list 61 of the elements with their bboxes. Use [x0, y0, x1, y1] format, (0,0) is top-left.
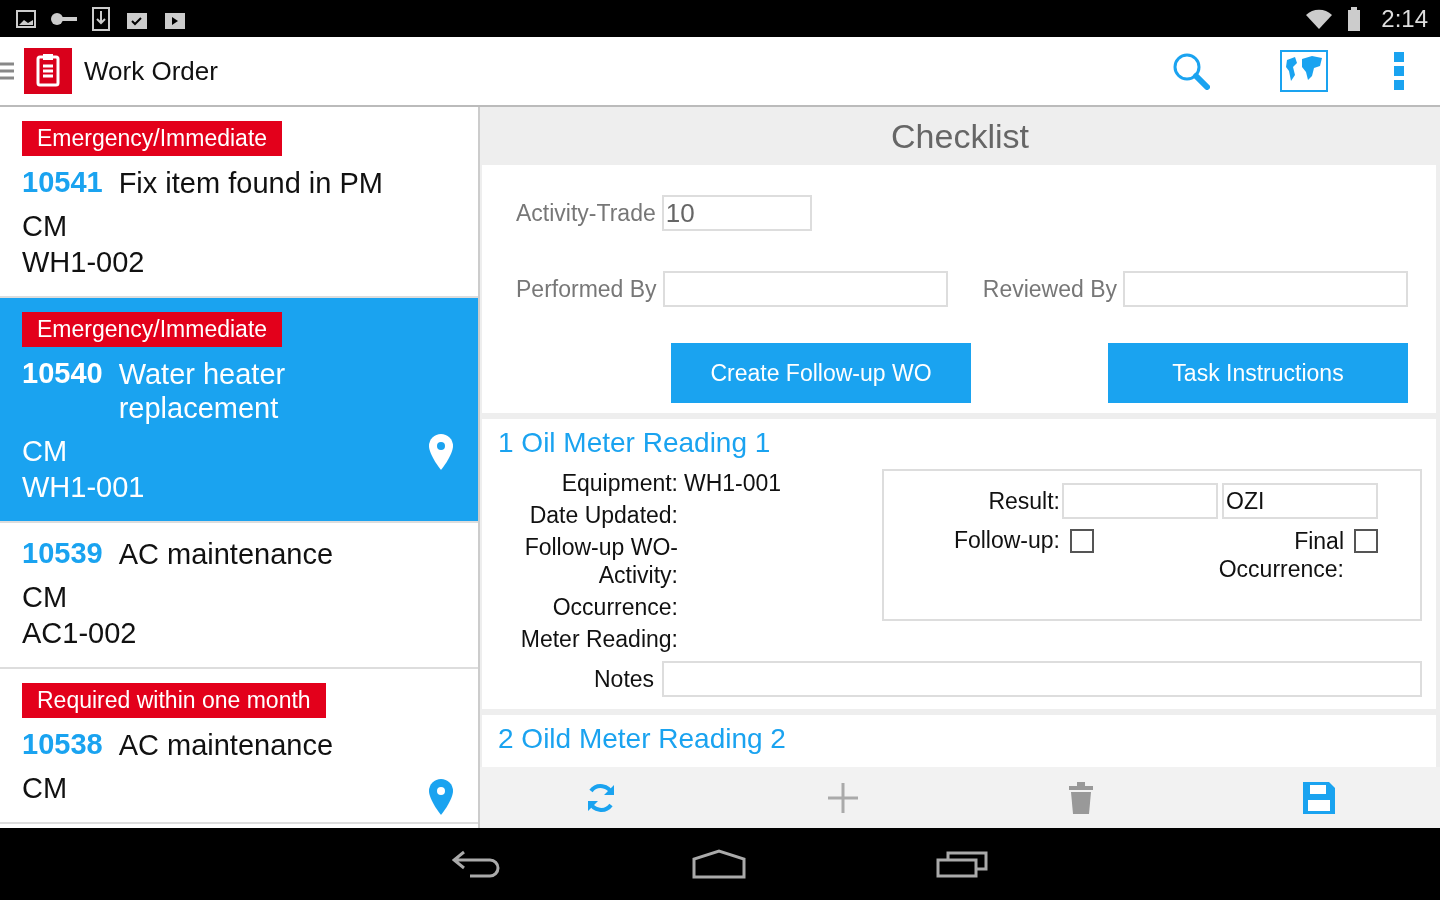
final-occurrence-label: Final Occurrence: — [1217, 527, 1344, 583]
work-order-number: 10540 — [22, 357, 103, 390]
menu-icon — [0, 61, 14, 81]
detail-label: Occurrence: — [551, 593, 678, 621]
refresh-icon[interactable] — [585, 781, 617, 814]
map-pin-icon[interactable] — [428, 778, 454, 816]
app-title: Work Order — [84, 55, 218, 87]
work-order-title: Fix item found in PM — [118, 166, 383, 200]
battery-icon — [1347, 6, 1362, 31]
work-order-type: CM — [22, 771, 69, 806]
result-unit-field[interactable]: OZI — [1222, 483, 1378, 519]
work-order-title: Water heater replacement — [118, 357, 287, 425]
work-order-number: 10541 — [22, 166, 103, 199]
work-order-item[interactable]: Emergency/Immediate 10540 Water heater replacement CM WH1-001 — [0, 298, 478, 523]
final-occurrence-checkbox[interactable] — [1354, 529, 1378, 553]
priority-badge: Emergency/Immediate — [22, 312, 283, 347]
search-icon[interactable] — [1172, 52, 1210, 90]
work-order-number: 10538 — [22, 728, 103, 761]
recent-apps-icon[interactable] — [936, 850, 988, 878]
work-order-type: CM — [22, 209, 69, 244]
field-label: Activity-Trade — [516, 199, 656, 227]
result-label: Result: — [988, 487, 1060, 515]
status-time: 2:14 — [1381, 4, 1428, 33]
detail-label: Date Updated: — [528, 501, 678, 529]
overflow-menu-icon[interactable] — [1394, 52, 1404, 90]
work-order-type: CM — [22, 434, 69, 469]
back-icon[interactable] — [452, 850, 502, 878]
priority-badge: Required within one month — [22, 683, 326, 718]
home-icon[interactable] — [692, 849, 746, 879]
work-order-location: WH1-002 — [22, 245, 146, 280]
reviewed-by-field[interactable] — [1123, 271, 1408, 307]
work-order-type: CM — [22, 580, 69, 615]
clipboard-logo-icon — [24, 48, 72, 94]
key-icon — [50, 11, 78, 26]
follow-up-label: Follow-up: — [953, 527, 1060, 554]
priority-badge: Emergency/Immediate — [22, 121, 283, 156]
wifi-icon — [1305, 7, 1334, 30]
detail-label: Follow-up WO-Activity: — [523, 533, 678, 589]
image-icon — [16, 9, 36, 28]
field-label: Reviewed By — [982, 275, 1117, 303]
result-field[interactable] — [1062, 483, 1218, 519]
detail-label: Equipment: — [560, 469, 678, 497]
detail-value: WH1-001 — [684, 469, 783, 497]
work-order-location: AC1-002 — [22, 616, 138, 651]
map-pin-icon[interactable] — [428, 433, 454, 471]
world-map-icon[interactable] — [1280, 50, 1328, 92]
activity-trade-field[interactable]: 10 — [661, 195, 812, 231]
performed-by-field[interactable] — [662, 271, 948, 307]
add-icon[interactable] — [827, 781, 859, 814]
work-order-title: AC maintenance — [118, 537, 334, 571]
follow-up-checkbox[interactable] — [1070, 529, 1094, 553]
save-icon[interactable] — [1303, 781, 1335, 814]
work-order-number: 10539 — [22, 537, 103, 570]
work-order-location: WH1-001 — [22, 470, 146, 505]
download-icon — [92, 6, 110, 31]
trash-icon[interactable] — [1069, 781, 1093, 814]
work-order-title: AC maintenance — [118, 728, 334, 762]
detail-label: Meter Reading: — [519, 625, 678, 653]
field-label: Performed By — [516, 275, 657, 303]
notes-field[interactable] — [662, 661, 1422, 697]
notes-label: Notes — [594, 665, 655, 693]
